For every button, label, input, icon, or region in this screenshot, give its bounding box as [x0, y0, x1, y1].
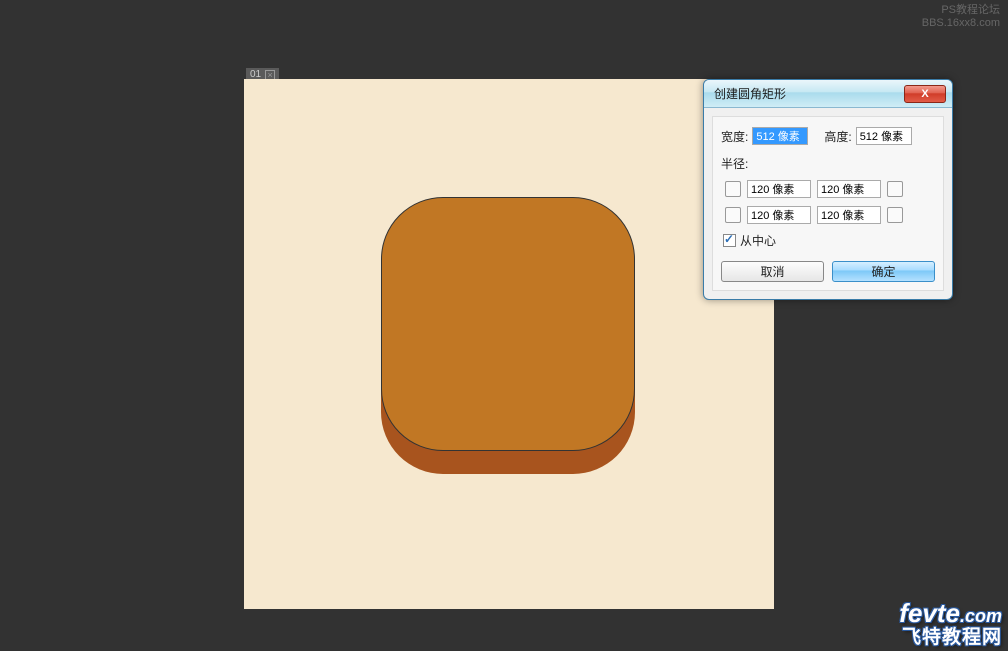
width-label: 宽度: [721, 128, 748, 145]
from-center-checkbox[interactable] [723, 234, 736, 247]
link-corner-bl-icon[interactable] [725, 207, 741, 223]
dialog-title: 创建圆角矩形 [714, 85, 786, 102]
width-input[interactable] [752, 127, 808, 145]
link-corner-tr-icon[interactable] [887, 181, 903, 197]
radius-top-right-input[interactable] [817, 180, 881, 198]
watermark-bottom: fevte.com 飞特教程网 [899, 601, 1002, 648]
cancel-button[interactable]: 取消 [721, 261, 824, 282]
height-label: 高度: [824, 128, 851, 145]
ok-button[interactable]: 确定 [832, 261, 935, 282]
radius-bottom-left-input[interactable] [747, 206, 811, 224]
radius-bottom-right-input[interactable] [817, 206, 881, 224]
watermark-top: PS教程论坛 BBS.16xx8.com [922, 4, 1000, 30]
close-icon[interactable]: × [265, 70, 275, 80]
from-center-label: 从中心 [740, 232, 776, 249]
rounded-rect-shape[interactable] [381, 197, 635, 451]
create-rounded-rect-dialog: 创建圆角矩形 X 宽度: 高度: 半径: 从中心 [703, 79, 953, 300]
canvas[interactable] [244, 79, 774, 609]
watermark-line1: PS教程论坛 [922, 4, 1000, 17]
watermark-brand: fevte.com [899, 601, 1002, 628]
link-corner-tl-icon[interactable] [725, 181, 741, 197]
dialog-body: 宽度: 高度: 半径: 从中心 取消 确定 [712, 116, 944, 291]
watermark-brand-cn: 飞特教程网 [899, 628, 1002, 648]
close-x-icon: X [921, 88, 928, 100]
height-input[interactable] [856, 127, 912, 145]
watermark-line2: BBS.16xx8.com [922, 17, 1000, 30]
dialog-close-button[interactable]: X [904, 85, 946, 103]
radius-section-label: 半径: [721, 155, 935, 172]
dialog-titlebar[interactable]: 创建圆角矩形 X [704, 80, 952, 108]
link-corner-br-icon[interactable] [887, 207, 903, 223]
radius-top-left-input[interactable] [747, 180, 811, 198]
